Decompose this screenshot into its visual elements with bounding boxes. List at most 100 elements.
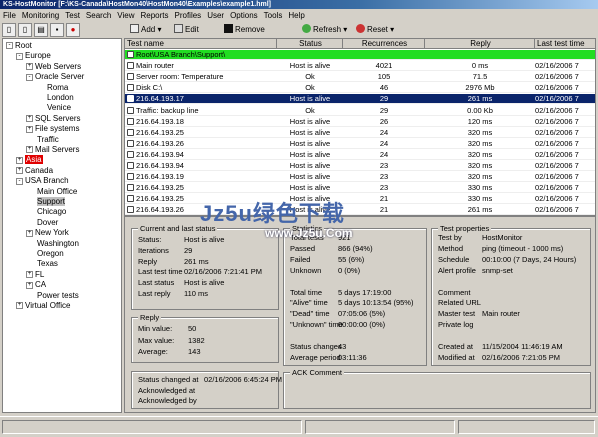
- menu-options[interactable]: Options: [227, 9, 261, 22]
- table-row[interactable]: Server room: Temperature Ok 105 71.5 02/16/2…: [125, 72, 595, 83]
- expand-icon[interactable]: +: [16, 167, 23, 175]
- add-button[interactable]: Add ▾: [130, 24, 161, 36]
- tree-node[interactable]: + Virtual Office: [16, 301, 71, 311]
- table-row[interactable]: 216.64.193.26 Host is alive 21 261 ms 02/16/…: [125, 205, 595, 215]
- expand-icon[interactable]: +: [26, 63, 33, 71]
- tree-node[interactable]: + Web Servers: [26, 62, 81, 72]
- menu-reports[interactable]: Reports: [137, 9, 171, 22]
- table-row[interactable]: 216.64.193.19 Host is alive 23 320 ms 02/16/…: [125, 172, 595, 183]
- table-row[interactable]: Root\USA Branch\Support\: [125, 50, 595, 60]
- menu-tools[interactable]: Tools: [261, 9, 286, 22]
- test-list[interactable]: Test name Status Recurrences Reply Last test…: [124, 38, 596, 216]
- tree-node[interactable]: + New York: [26, 228, 69, 238]
- expand-icon[interactable]: +: [16, 302, 23, 310]
- tree-node[interactable]: - Oracle Server: [26, 72, 84, 82]
- menu-monitoring[interactable]: Monitoring: [19, 9, 62, 22]
- field-value: 1382: [188, 335, 205, 345]
- tree-node[interactable]: + File systems: [26, 124, 79, 134]
- field-label: Last test time: [138, 267, 183, 277]
- collapse-icon[interactable]: -: [6, 42, 13, 50]
- menu-file[interactable]: File: [0, 9, 19, 22]
- reset-button[interactable]: Reset ▾: [356, 24, 394, 36]
- column-header[interactable]: Last test time: [535, 39, 595, 49]
- tree-node[interactable]: + SQL Servers: [26, 114, 81, 124]
- expand-icon[interactable]: +: [26, 229, 33, 237]
- menu-view[interactable]: View: [114, 9, 137, 22]
- collapse-icon[interactable]: -: [16, 52, 23, 60]
- menu-search[interactable]: Search: [83, 9, 114, 22]
- column-header[interactable]: Test name: [125, 39, 277, 49]
- cell-text: 320 ms: [467, 161, 493, 170]
- column-header[interactable]: Recurrences: [343, 39, 425, 49]
- new-folder-icon[interactable]: ▯: [2, 23, 16, 37]
- expand-icon[interactable]: +: [26, 115, 33, 123]
- cell-text: 02/16/2006 7: [535, 205, 579, 215]
- tree-node[interactable]: Dover: [26, 218, 58, 228]
- tree-node[interactable]: - Europe: [16, 51, 51, 61]
- table-row[interactable]: 216.64.193.26 Host is alive 24 320 ms 02/16/…: [125, 139, 595, 149]
- cell-text: 21: [379, 205, 389, 215]
- collapse-icon[interactable]: -: [16, 177, 23, 185]
- remove-button[interactable]: Remove: [224, 24, 265, 36]
- tree-node[interactable]: - USA Branch: [16, 176, 69, 186]
- tree-node[interactable]: + Canada: [16, 166, 53, 176]
- tree-node[interactable]: + Mail Servers: [26, 145, 79, 155]
- cell-text: 216.64.193.25: [136, 183, 184, 193]
- watermark: Jz5u绿色下载: [200, 201, 345, 226]
- column-header[interactable]: Reply: [425, 39, 535, 49]
- tree-node[interactable]: Roma: [36, 83, 68, 93]
- table-cell: 71.5: [425, 72, 535, 82]
- menu-profiles[interactable]: Profiles: [172, 9, 205, 22]
- expand-icon[interactable]: +: [26, 146, 33, 154]
- table-row[interactable]: 216.64.193.25 Host is alive 24 320 ms 02/16/…: [125, 128, 595, 138]
- field-label: Failed: [290, 254, 311, 264]
- table-row[interactable]: Disk C:\ Ok 46 2976 Mb 02/16/2006 7: [125, 83, 595, 94]
- delete-icon[interactable]: ▪: [50, 23, 64, 37]
- tree-node[interactable]: Texas: [26, 259, 58, 269]
- table-row[interactable]: 216.64.193.94 Host is alive 24 320 ms 02/16/…: [125, 150, 595, 160]
- tree-node[interactable]: + CA: [26, 280, 46, 290]
- table-row[interactable]: 216.64.193.25 Host is alive 23 330 ms 02/16/…: [125, 183, 595, 194]
- tree-node[interactable]: London: [36, 93, 74, 103]
- field-label: Status changes: [290, 342, 342, 351]
- tree-node[interactable]: Oregon: [26, 249, 64, 259]
- folder-tree-icon[interactable]: ●: [66, 23, 80, 37]
- refresh-button[interactable]: Refresh ▾: [302, 24, 347, 36]
- test-status-icon: [127, 128, 134, 136]
- tree-node[interactable]: Washington: [26, 239, 79, 249]
- properties-icon[interactable]: ▤: [34, 23, 48, 37]
- expand-icon[interactable]: +: [16, 156, 23, 164]
- menu-test[interactable]: Test: [62, 9, 83, 22]
- test-status-icon: [127, 106, 134, 114]
- table-row[interactable]: Main router Host is alive 4021 0 ms 02/16/20…: [125, 61, 595, 72]
- tree-node[interactable]: Power tests: [26, 291, 79, 301]
- edit-button[interactable]: Edit: [174, 24, 199, 36]
- table-cell: 02/16/2006 7: [535, 194, 595, 204]
- table-row[interactable]: 216.64.193.18 Host is alive 26 120 ms 02/16/…: [125, 117, 595, 127]
- column-header[interactable]: Status: [277, 39, 343, 49]
- tree-node[interactable]: Traffic: [26, 135, 59, 145]
- table-cell: 330 ms: [425, 194, 535, 204]
- expand-icon[interactable]: +: [26, 125, 33, 133]
- tree-node[interactable]: + FL: [26, 270, 44, 280]
- tree-node[interactable]: Chicago: [26, 207, 66, 217]
- tree-node[interactable]: Main Office: [26, 187, 77, 197]
- table-cell: 261 ms: [425, 205, 535, 215]
- table-row[interactable]: 216.64.193.17 Host is alive 29 261 ms 02/16/…: [125, 94, 595, 105]
- expand-icon[interactable]: +: [26, 281, 33, 289]
- collapse-icon[interactable]: -: [26, 73, 33, 81]
- table-row[interactable]: Traffic: backup line Ok 29 0.00 Kb 02/16/200…: [125, 106, 595, 116]
- table-row[interactable]: 216.64.193.25 Host is alive 21 330 ms 02/16/…: [125, 194, 595, 205]
- expand-icon[interactable]: +: [26, 271, 33, 279]
- tree-node[interactable]: - Root: [6, 41, 32, 51]
- tree-node[interactable]: + Asia: [16, 155, 43, 165]
- folder-tree[interactable]: - Root - Europe + Web Servers - Oracle Server Ro…: [2, 38, 122, 413]
- table-row[interactable]: 216.64.193.94 Host is alive 23 320 ms 02/16/…: [125, 161, 595, 171]
- cell-text: 261 ms: [467, 205, 493, 215]
- menu-user[interactable]: User: [204, 9, 227, 22]
- tree-node[interactable]: Venice: [36, 103, 71, 113]
- tree-node[interactable]: Support: [26, 197, 66, 207]
- menu-help[interactable]: Help: [285, 9, 307, 22]
- field-label: Test by: [438, 233, 462, 242]
- copy-icon[interactable]: ▯: [18, 23, 32, 37]
